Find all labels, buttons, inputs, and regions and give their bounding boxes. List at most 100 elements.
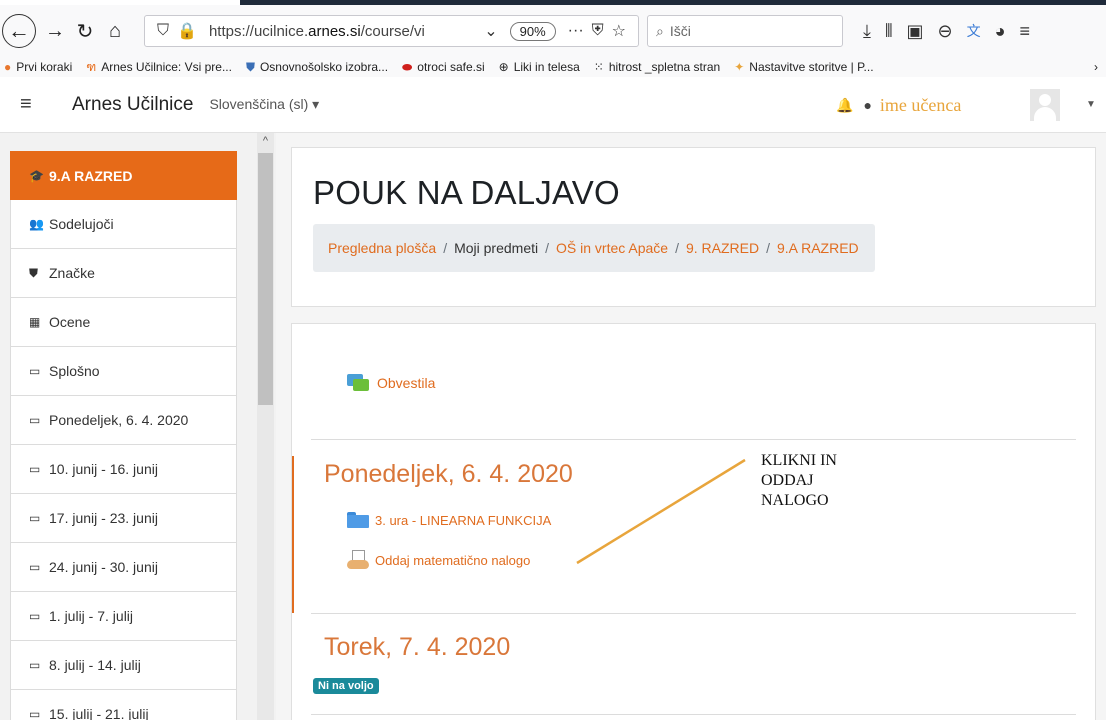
url-bar[interactable]: ⛉ 🔒 https://ucilnice.arnes.si/course/vi …	[144, 15, 639, 47]
users-icon: 👥	[29, 217, 44, 231]
scroll-up-icon[interactable]: ^	[257, 135, 274, 147]
sidebar-icon[interactable]: ▣	[907, 21, 924, 42]
drawer-scrollbar[interactable]: ^	[257, 133, 274, 720]
drawer-item[interactable]: ▭ 8. julij - 14. julij	[10, 641, 237, 690]
current-section-marker	[292, 456, 294, 613]
star-icon: ✦	[734, 60, 745, 74]
site-brand[interactable]: Arnes Učilnice	[72, 94, 193, 116]
breadcrumb-my-courses: Moji predmeti	[454, 240, 539, 256]
assignment-icon	[347, 550, 369, 570]
announcements-link[interactable]: Obvestila	[347, 374, 435, 392]
section-title-monday[interactable]: Ponedeljek, 6. 4. 2020	[324, 460, 573, 489]
drawer-item[interactable]: 🎓 9.A RAZRED	[10, 151, 237, 200]
section-divider	[311, 714, 1076, 715]
drawer-item[interactable]: ▭ 17. junij - 23. junij	[10, 494, 237, 543]
search-input[interactable]: ⌕ Išči	[647, 15, 843, 47]
library-icon[interactable]: ⫴	[885, 21, 893, 42]
dots-icon: ⁙	[593, 60, 604, 74]
bookmark-item[interactable]: ● Prvi koraki	[4, 60, 72, 74]
assignment-activity[interactable]: Oddaj matematično nalogo	[347, 550, 530, 570]
avatar[interactable]	[1030, 89, 1060, 121]
drawer-item[interactable]: ▭ 10. junij - 16. junij	[10, 445, 237, 494]
drawer-item[interactable]: ▭ 1. julij - 7. julij	[10, 592, 237, 641]
status-badge: Ni na voljo	[313, 678, 379, 694]
drawer-item[interactable]: ▭ 15. julij - 21. julij	[10, 690, 237, 720]
bookmarks-bar: ● Prvi koraki ฑ Arnes Učilnice: Vsi pre...…	[0, 57, 1106, 77]
drawer-item-label: 8. julij - 14. julij	[49, 657, 141, 673]
folder-icon: ▭	[29, 462, 41, 476]
bookmark-item[interactable]: ⛊ Osnovnošolsko izobra...	[246, 60, 388, 75]
folder-icon: ▭	[29, 413, 41, 427]
breadcrumb-class[interactable]: 9.A RAZRED	[777, 240, 859, 256]
lock-icon[interactable]: 🔒	[177, 21, 197, 41]
bookmark-item[interactable]: ฑ Arnes Učilnice: Vsi pre...	[86, 58, 232, 77]
page-title: POUK NA DALJAVO	[313, 174, 620, 211]
more-icon[interactable]: ···	[568, 22, 584, 40]
globe-icon: ⊕	[498, 60, 509, 74]
announcements-label: Obvestila	[377, 375, 436, 391]
assignment-activity-label: Oddaj matematično nalogo	[375, 552, 531, 568]
bookmark-item[interactable]: ⬬ otroci safe.si	[402, 60, 485, 75]
user-menu-caret-icon[interactable]: ▼	[1086, 99, 1096, 110]
translate-icon[interactable]: 文	[967, 21, 981, 41]
drawer-item[interactable]: ▭ Ponedeljek, 6. 4. 2020	[10, 396, 237, 445]
nav-drawer: 🎓 9.A RAZRED 👥 Sodelujoči ⛊ Značke ▦ Ocene ▭ Splo…	[0, 133, 276, 720]
course-content-card: Obvestila Ponedeljek, 6. 4. 2020 3. ura …	[291, 323, 1096, 720]
folder-icon: ▭	[29, 560, 41, 574]
section-title-tuesday[interactable]: Torek, 7. 4. 2020	[324, 633, 510, 662]
forum-icon	[347, 374, 369, 392]
account-icon[interactable]: ⊖	[938, 21, 953, 42]
reload-icon[interactable]: ↻	[70, 16, 100, 46]
drawer-item[interactable]: ▭ 24. junij - 30. junij	[10, 543, 237, 592]
drawer-item-label: 9.A RAZRED	[49, 167, 133, 184]
back-icon[interactable]: ←	[2, 14, 36, 48]
lips-icon: ⬬	[402, 59, 413, 74]
messages-icon[interactable]: ●	[863, 97, 871, 113]
forward-icon[interactable]: →	[40, 16, 70, 46]
menu-icon[interactable]: ≡	[1020, 21, 1031, 42]
extension-icon[interactable]: ◕	[995, 21, 1006, 42]
drawer-item[interactable]: ▭ Splošno	[10, 347, 237, 396]
notification-bell-icon[interactable]: 🔔	[836, 97, 853, 114]
zoom-level[interactable]: 90%	[509, 21, 556, 41]
folder-icon: ▭	[29, 658, 41, 672]
search-placeholder: Išči	[669, 23, 691, 39]
home-icon[interactable]: ⌂	[100, 16, 130, 46]
section-divider	[311, 613, 1076, 614]
scroll-thumb[interactable]	[258, 153, 273, 405]
breadcrumb-dashboard[interactable]: Pregledna plošča	[328, 240, 436, 256]
graduation-cap-icon: 🎓	[29, 168, 44, 183]
bookmark-item[interactable]: ⁙ hitrost _spletna stran	[594, 60, 720, 74]
folder-icon: ▭	[29, 707, 41, 720]
bookmark-item[interactable]: ✦ Nastavitve storitve | P...	[734, 60, 873, 74]
browser-toolbar: ← → ↻ ⌂ ⛉ 🔒 https://ucilnice.arnes.si/co…	[0, 5, 1106, 57]
folder-activity[interactable]: 3. ura - LINEARNA FUNKCIJA	[347, 512, 551, 528]
folder-activity-label: 3. ura - LINEARNA FUNKCIJA	[375, 512, 552, 528]
breadcrumb-grade[interactable]: 9. RAZRED	[686, 240, 759, 256]
bookmark-item[interactable]: ⊕ Liki in telesa	[499, 60, 580, 74]
site-navbar: ≡ Arnes Učilnice Slovenščina (sl) ▾ 🔔 ● …	[0, 77, 1106, 133]
moodle-icon: ฑ	[86, 59, 97, 74]
drawer-item[interactable]: ⛊ Značke	[10, 249, 237, 298]
chevron-down-icon[interactable]: ⌄	[484, 21, 497, 41]
page-header-card: POUK NA DALJAVO Pregledna plošča / Moji …	[291, 147, 1096, 307]
hamburger-icon[interactable]: ≡	[20, 93, 38, 116]
drawer-item-label: 1. julij - 7. julij	[49, 608, 134, 624]
download-icon[interactable]: ⤓	[863, 21, 871, 42]
folder-icon: ▭	[29, 609, 41, 623]
pocket-icon[interactable]: ⛨	[592, 22, 604, 40]
annotation-note: KLIKNI IN ODDAJ NALOGO	[761, 452, 837, 509]
language-menu[interactable]: Slovenščina (sl) ▾	[209, 96, 319, 113]
drawer-item-label: Značke	[49, 265, 95, 281]
breadcrumb-school[interactable]: OŠ in vrtec Apače	[556, 240, 668, 256]
bookmarks-overflow-icon[interactable]: ›	[1094, 60, 1098, 74]
tracking-shield-icon[interactable]: ⛉	[157, 22, 169, 40]
bookmark-star-icon[interactable]: ☆	[612, 21, 626, 41]
url-text[interactable]: https://ucilnice.arnes.si/course/vi	[209, 23, 480, 40]
drawer-item[interactable]: 👥 Sodelujoči	[10, 200, 237, 249]
folder-icon: ▭	[29, 511, 41, 525]
user-name[interactable]: ime učenca	[880, 95, 961, 116]
drawer-item[interactable]: ▦ Ocene	[10, 298, 237, 347]
drawer-item-label: 17. junij - 23. junij	[49, 510, 158, 526]
drawer-item-label: 15. julij - 21. julij	[49, 706, 149, 720]
